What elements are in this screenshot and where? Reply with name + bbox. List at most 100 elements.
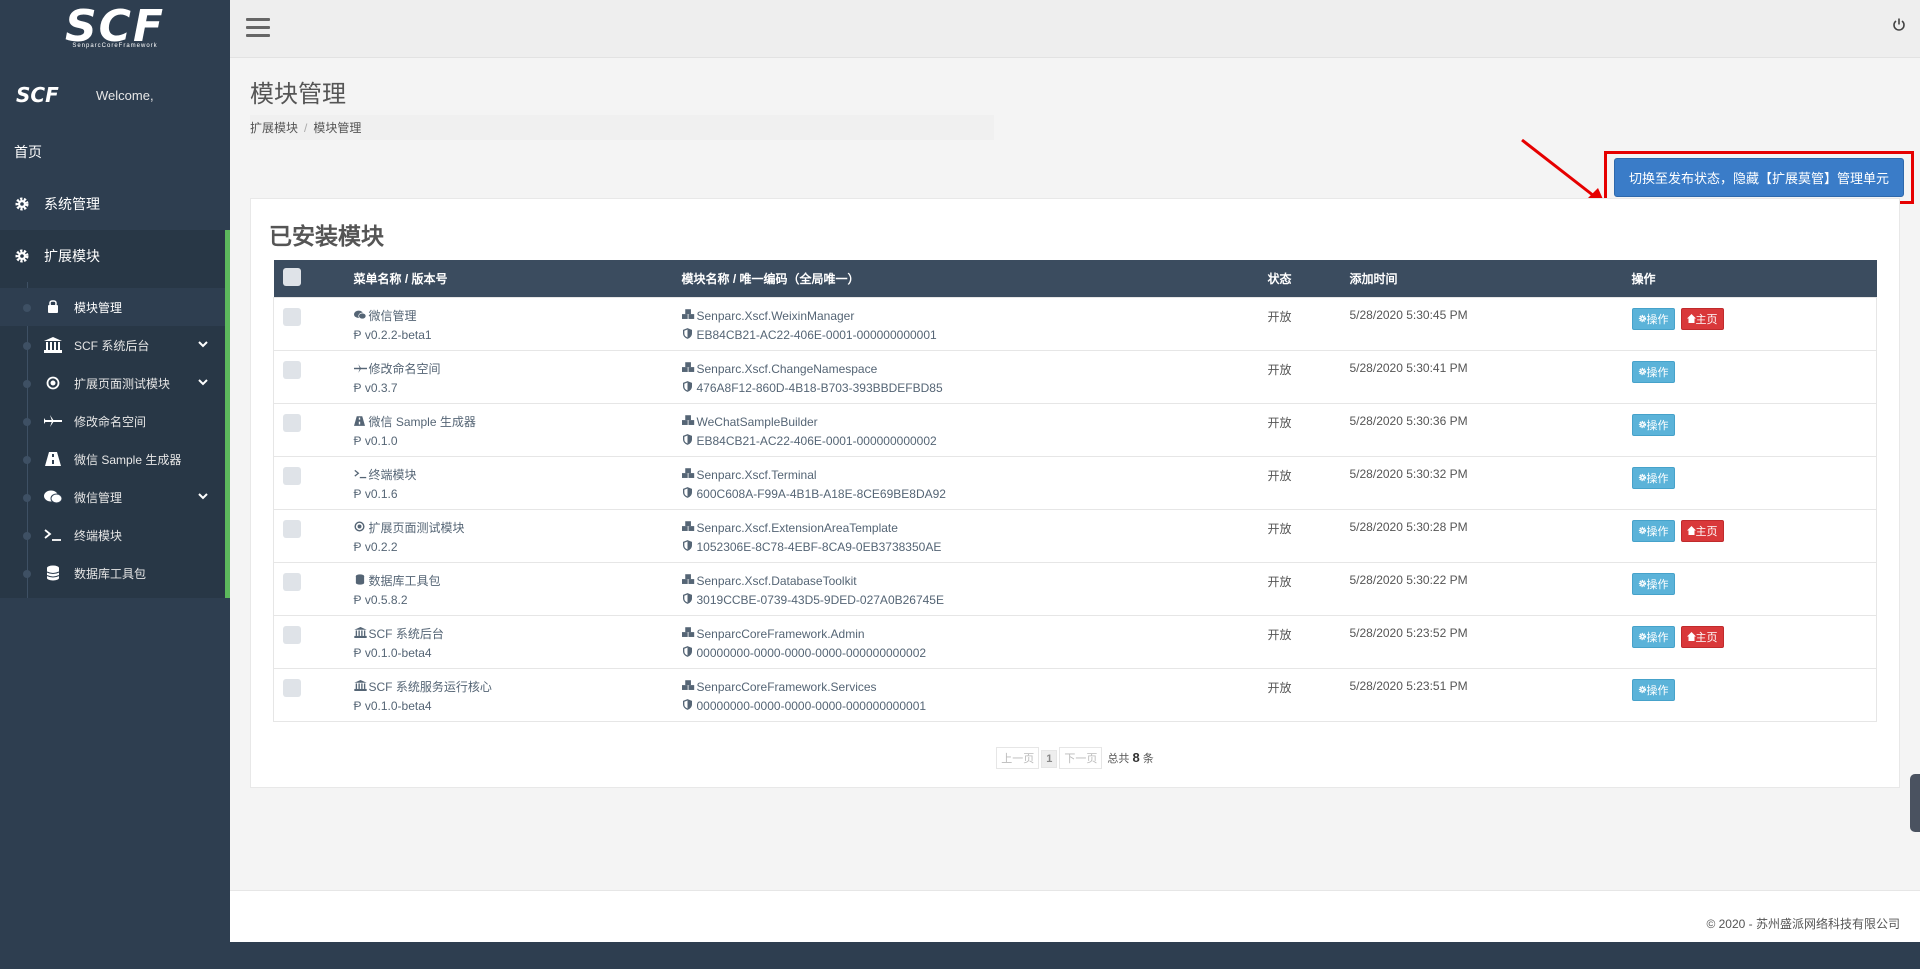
module-uid: 476A8F12-860D-4B18-B703-393BBDEFBD85 (696, 380, 943, 395)
select-all-checkbox[interactable] (282, 267, 301, 286)
home-button[interactable]: 主页 (1680, 519, 1724, 542)
operate-button[interactable]: 操作 (1631, 413, 1675, 436)
home-button[interactable]: 主页 (1680, 625, 1724, 648)
wechat-icon (353, 309, 366, 325)
breadcrumb-item[interactable]: 扩展模块 (250, 121, 298, 135)
module-name: SenparcCoreFramework.Admin (696, 626, 865, 641)
operate-button[interactable]: 操作 (1631, 678, 1675, 701)
menu-name[interactable]: 修改命名空间 (369, 362, 441, 376)
operate-label: 操作 (1646, 631, 1669, 644)
next-page-button[interactable]: 下一页 (1059, 747, 1103, 769)
row-checkbox[interactable] (283, 625, 301, 644)
switch-highlight-box: 切换至发布状态，隐藏【扩展莫管】管理单元 (1603, 151, 1914, 204)
version: v0.1.0-beta4 (364, 645, 432, 660)
operate-button[interactable]: 操作 (1631, 360, 1675, 383)
row-checkbox[interactable] (283, 678, 301, 697)
scroll-handle[interactable] (1910, 774, 1920, 832)
sidebar-item-system[interactable]: 系统管理 (0, 178, 230, 230)
chevron-down-icon[interactable] (197, 376, 209, 391)
module-name: Senparc.Xscf.ExtensionAreaTemplate (696, 520, 898, 535)
row-checkbox[interactable] (283, 519, 301, 538)
module-uid: 3019CCBE-0739-43D5-9DED-027A0B26745E (696, 592, 945, 607)
version: v0.2.2 (364, 539, 398, 554)
cubes-icon (681, 361, 694, 378)
row-checkbox[interactable] (283, 360, 301, 379)
sidebar-item-sample-builder[interactable]: 微信 Sample 生成器 (0, 440, 225, 478)
operate-label: 操作 (1646, 525, 1669, 538)
gear-icon (1638, 420, 1647, 432)
gear-icon (14, 196, 30, 212)
status-text: 开放 (1259, 455, 1342, 510)
row-checkbox[interactable] (283, 413, 301, 432)
module-name: SenparcCoreFramework.Services (696, 679, 877, 694)
version-prefix-icon: Ᵽ (353, 645, 362, 660)
chevron-down-icon[interactable] (197, 490, 209, 505)
added-time: 5/28/2020 5:30:22 PM (1341, 561, 1624, 616)
prev-page-button[interactable]: 上一页 (996, 747, 1040, 769)
gear-icon (14, 248, 30, 264)
sidebar-item-scf-admin[interactable]: SCF 系统后台 (0, 326, 225, 364)
chevron-down-icon[interactable] (197, 338, 209, 353)
sidebar-item-terminal[interactable]: 终端模块 (0, 516, 225, 554)
shield-icon (682, 486, 694, 503)
version-prefix-icon: Ᵽ (353, 327, 362, 342)
dot-circle-icon (354, 520, 366, 537)
total-count: 总共 8 条 (1107, 750, 1154, 765)
bank-icon (353, 679, 367, 696)
module-uid: 600C608A-F99A-4B1B-A18E-8CE69BE8DA92 (696, 486, 946, 501)
switch-release-button[interactable]: 切换至发布状态，隐藏【扩展莫管】管理单元 (1613, 158, 1904, 197)
column-header: 模块名称 / 唯一编码（全局唯一） (681, 271, 860, 286)
operate-button[interactable]: 操作 (1631, 625, 1675, 648)
added-time: 5/28/2020 5:23:52 PM (1341, 614, 1624, 669)
page-number[interactable]: 1 (1041, 750, 1058, 768)
bank-icon (44, 336, 62, 354)
menu-name[interactable]: 微信 Sample 生成器 (369, 415, 476, 429)
logo-subtitle: SenparcCoreFramework (72, 43, 158, 49)
home-icon (1686, 313, 1696, 326)
status-text: 开放 (1259, 296, 1342, 351)
menu-name[interactable]: SCF 系统后台 (369, 627, 444, 641)
operate-button[interactable]: 操作 (1631, 307, 1675, 330)
version-prefix-icon: Ᵽ (353, 433, 362, 448)
footer: © 2020 - 苏州盛派网络科技有限公司 (230, 890, 1920, 942)
status-text: 开放 (1259, 614, 1342, 669)
database-icon (354, 573, 366, 590)
sidebar-item-extension[interactable]: 扩展模块 (0, 230, 230, 282)
menu-name[interactable]: 数据库工具包 (369, 574, 441, 588)
menu-name[interactable]: SCF 系统服务运行核心 (369, 680, 492, 694)
status-text: 开放 (1259, 561, 1342, 616)
breadcrumb: 扩展模块 / 模块管理 (250, 115, 994, 140)
cubes-icon (681, 573, 694, 590)
gear-icon (1638, 526, 1647, 538)
sidebar-item-home[interactable]: 首页 (0, 126, 230, 178)
row-checkbox[interactable] (283, 572, 301, 591)
page-title: 模块管理 (250, 81, 346, 108)
module-uid: EB84CB21-AC22-406E-0001-000000000002 (696, 433, 937, 448)
installed-modules-panel: 已安装模块 菜单名称 / 版本号 模块名称 / 唯一编码（全局唯一） 状态 添加… (250, 198, 1900, 788)
operate-label: 操作 (1646, 578, 1669, 591)
operate-button[interactable]: 操作 (1631, 519, 1675, 542)
operate-button[interactable]: 操作 (1631, 466, 1675, 489)
menu-toggle-icon[interactable] (246, 18, 270, 38)
home-button[interactable]: 主页 (1680, 307, 1724, 330)
sidebar-item-change-namespace[interactable]: 修改命名空间 (0, 402, 225, 440)
sidebar-item-module-manage[interactable]: 模块管理 (0, 288, 225, 326)
brand-logo[interactable]: SCF SenparcCoreFramework (0, 0, 230, 56)
version-prefix-icon: Ᵽ (353, 380, 362, 395)
sidebar-item-database[interactable]: 数据库工具包 (0, 554, 225, 592)
menu-name[interactable]: 微信管理 (369, 309, 417, 323)
operate-button[interactable]: 操作 (1631, 572, 1675, 595)
sidebar-item-wechat-manage[interactable]: 微信管理 (0, 478, 225, 516)
terminal-icon (44, 526, 62, 544)
status-text: 开放 (1259, 349, 1342, 404)
user-panel: SCF Welcome, (0, 72, 230, 118)
sidebar-item-ext-test[interactable]: 扩展页面测试模块 (0, 364, 225, 402)
gear-icon (1638, 579, 1647, 591)
row-checkbox[interactable] (283, 307, 301, 326)
menu-name[interactable]: 扩展页面测试模块 (369, 521, 465, 535)
table-row: 数据库工具包 Ᵽ v0.5.8.2 Senparc.Xscf.DatabaseToo… (273, 561, 1877, 616)
row-checkbox[interactable] (283, 466, 301, 485)
sidebar-item-label: 模块管理 (74, 300, 123, 315)
menu-name[interactable]: 终端模块 (369, 468, 417, 482)
power-icon[interactable] (1892, 18, 1906, 35)
